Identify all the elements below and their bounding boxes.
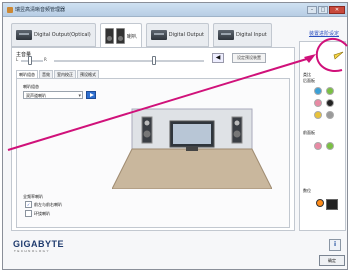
device-advanced-settings-link[interactable]: 装置进阶设定 — [309, 30, 339, 37]
speaker-icon: ◀ — [215, 54, 221, 61]
device-tabs: Digital Output(Optical) 喇叭 Digital Outpu… — [11, 23, 272, 49]
minimize-button[interactable]: – — [307, 5, 317, 14]
front-right-speaker-icon — [231, 116, 243, 144]
brand-name: GIGABYTE — [13, 239, 65, 249]
optical-jack-icon[interactable] — [326, 199, 338, 210]
audio-jack-icon[interactable] — [326, 87, 334, 95]
window-title: 瑞昱高清晰音频管理器 — [15, 7, 66, 13]
speaker-icon — [104, 28, 114, 44]
tab-label: 喇叭 — [126, 33, 137, 40]
digital-label: 数位 — [303, 188, 311, 193]
digital-output-icon — [16, 30, 32, 40]
speaker-config-panel: 喇叭组态 双声道喇叭 全频率喇叭 — [16, 78, 290, 228]
footer: GIGABYTE TECHNOLOGY i 确定 — [5, 235, 351, 273]
info-button[interactable]: i — [329, 239, 341, 251]
fullrange-speakers-label: 全频率喇叭 — [23, 194, 43, 199]
audio-jack-icon[interactable] — [314, 99, 322, 107]
close-button[interactable]: ✕ — [329, 5, 345, 14]
checkbox-label: 环绕喇叭 — [34, 210, 50, 216]
brand-logo: GIGABYTE TECHNOLOGY — [13, 239, 65, 253]
balance-slider-thumb[interactable] — [28, 56, 32, 65]
tab-speakers[interactable]: 喇叭 — [99, 23, 142, 49]
checkbox-box: ✓ — [25, 201, 32, 208]
tab-label: Digital Output(Optical) — [34, 32, 91, 38]
coaxial-jack-icon[interactable] — [316, 199, 324, 207]
speaker-room-illustration — [112, 108, 272, 189]
volume-slider-thumb[interactable] — [152, 56, 156, 65]
speaker-icon — [115, 28, 125, 44]
tab-digital-input[interactable]: Digital Input — [212, 23, 272, 47]
audio-jack-icon[interactable] — [326, 99, 334, 107]
set-default-device-button[interactable]: 设定预设装置 — [232, 53, 266, 63]
app-window: 瑞昱高清晰音频管理器 – □ ✕ Digital Output(Optical)… — [2, 2, 348, 270]
speaker-config-select[interactable]: 双声道喇叭 — [23, 91, 83, 100]
mute-button[interactable]: ◀ — [212, 53, 224, 63]
balance-left-label: L — [16, 57, 19, 62]
back-panel-label: 后面板 — [303, 78, 315, 83]
balance-right-label: R — [44, 57, 47, 62]
front-panel-label: 前面板 — [303, 130, 315, 135]
play-test-button[interactable] — [86, 91, 96, 99]
audio-jack-icon[interactable] — [326, 111, 334, 119]
tab-label: Digital Output — [168, 32, 204, 38]
tab-digital-output[interactable]: Digital Output — [145, 23, 209, 47]
ok-button[interactable]: 确定 — [319, 255, 345, 266]
speaker-panel: 主音量 L R ◀ 设定预设装置 喇叭组态 音效 室内校正 预设格式 喇叭组态 … — [11, 47, 295, 231]
checkbox-label: 前左与前右喇叭 — [34, 201, 62, 207]
surround-speakers-checkbox[interactable]: 环绕喇叭 — [25, 210, 50, 217]
front-left-right-checkbox[interactable]: ✓ 前左与前右喇叭 — [25, 201, 62, 208]
front-left-speaker-icon — [141, 116, 153, 144]
title-bar: 瑞昱高清晰音频管理器 – □ ✕ — [3, 3, 347, 17]
checkbox-box — [25, 210, 32, 217]
audio-jack-icon[interactable] — [326, 142, 334, 150]
digital-input-icon — [217, 30, 234, 40]
digital-output-icon — [150, 30, 167, 40]
tab-label: Digital Input — [235, 32, 267, 38]
tab-digital-output-optical[interactable]: Digital Output(Optical) — [11, 23, 96, 47]
maximize-button[interactable]: □ — [318, 5, 328, 14]
balance-slider-track — [21, 60, 43, 62]
audio-jack-icon[interactable] — [314, 87, 322, 95]
brand-subtitle: TECHNOLOGY — [14, 249, 51, 253]
app-icon — [7, 6, 13, 13]
audio-jack-icon[interactable] — [314, 111, 322, 119]
jack-panel: 类比 后面板 前面板 数位 — [299, 41, 346, 231]
speaker-config-label: 喇叭组态 — [23, 84, 39, 89]
audio-jack-icon[interactable] — [314, 142, 322, 150]
volume-slider-track — [54, 60, 204, 62]
